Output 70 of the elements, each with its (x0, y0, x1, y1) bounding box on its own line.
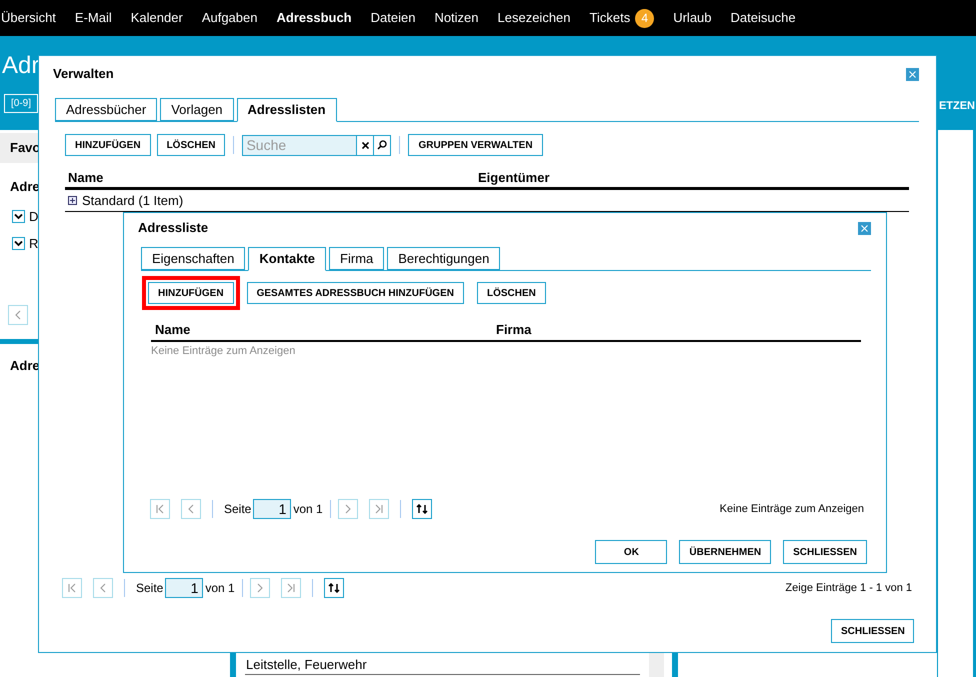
tab[interactable]: Kontakte (248, 247, 326, 271)
nav-link[interactable]: Aufgaben (202, 8, 258, 28)
checkbox-label: D (29, 208, 38, 226)
row-name: Standard (1 Item) (82, 192, 184, 210)
tab[interactable]: Adressbücher (55, 98, 158, 121)
toolbar-button[interactable]: GRUPPEN VERWALTEN (408, 134, 543, 156)
nav-link[interactable]: Notizen (434, 8, 479, 28)
nav-link[interactable]: Dateien (370, 8, 416, 28)
close-button[interactable] (858, 222, 871, 234)
nav-link[interactable]: Kalender (130, 8, 183, 28)
dialog-title: Verwalten (53, 65, 114, 84)
nav-link[interactable]: Lesezeichen (498, 8, 571, 28)
search-icon (377, 140, 388, 150)
column-header[interactable]: Name (151, 320, 496, 340)
column-header[interactable]: Name (65, 168, 478, 188)
tab[interactable]: Adresslisten (236, 98, 337, 122)
page-total: von 1 (293, 501, 323, 518)
tab[interactable]: Eigenschaften (141, 247, 246, 270)
toolbar-button[interactable]: LÖSCHEN (156, 134, 226, 156)
close-dialog-button[interactable]: SCHLIESSEN (831, 619, 914, 643)
close-icon (861, 224, 868, 232)
close-icon (909, 70, 916, 78)
nav-link[interactable]: Adressbuch (276, 8, 352, 28)
chevron-icon (14, 310, 22, 320)
column-header[interactable]: Firma (496, 320, 532, 340)
clear-button[interactable] (356, 136, 374, 154)
search-input[interactable]: Suche (243, 136, 356, 154)
dialog-button[interactable]: SCHLIESSEN (783, 540, 867, 564)
tab[interactable]: Berechtigungen (387, 247, 500, 270)
tab[interactable]: Vorlagen (160, 98, 234, 121)
list-item[interactable]: Leitstelle, Feuerwehr (245, 655, 640, 675)
checkbox-label: R (29, 235, 38, 253)
checkbox[interactable] (12, 237, 25, 250)
check-icon (14, 212, 23, 220)
nav-link[interactable]: Dateisuche (730, 8, 796, 28)
page-total: von 1 (205, 580, 235, 597)
nav-link[interactable]: Tickets (590, 8, 630, 28)
page-input[interactable]: 1 (253, 499, 292, 519)
checkbox[interactable] (12, 210, 25, 223)
close-icon (362, 142, 369, 148)
search-button[interactable] (373, 136, 390, 154)
expand-icon[interactable] (68, 196, 77, 205)
nav-link[interactable]: E-Mail (74, 8, 112, 28)
column-header[interactable]: Eigentümer (478, 168, 550, 188)
summary-text: Keine Einträge zum Anzeigen (720, 502, 864, 517)
section-label: Adre (10, 178, 40, 196)
toolbar-button[interactable]: LÖSCHEN (476, 282, 546, 304)
section-label: Adre (10, 356, 40, 374)
refresh-button[interactable] (412, 499, 432, 519)
dialog-button[interactable]: ÜBERNEHMEN (679, 540, 772, 564)
nav-link[interactable]: Übersicht (1, 8, 56, 28)
page-title: Adr (2, 52, 40, 80)
count-badge: 4 (635, 8, 654, 28)
nav-link[interactable]: Urlaub (673, 8, 712, 28)
dialog-button[interactable]: OK (595, 540, 668, 564)
check-icon (14, 240, 23, 248)
empty-message: Keine Einträge zum Anzeigen (151, 344, 296, 359)
close-button[interactable] (906, 68, 919, 80)
toolbar-button[interactable]: HINZUFÜGEN (148, 282, 234, 304)
summary-text: Zeige Einträge 1 - 1 von 1 (785, 580, 912, 596)
search-field[interactable]: Suche (242, 134, 392, 156)
toolbar-button[interactable]: HINZUFÜGEN (65, 134, 151, 156)
page-label: Seite (136, 580, 164, 597)
refresh-button[interactable] (324, 578, 344, 598)
dialog-title: Adressliste (138, 219, 208, 238)
tab[interactable]: Firma (329, 247, 384, 270)
scroll-left-button[interactable] (8, 304, 28, 324)
toolbar-button[interactable]: GESAMTES ADRESSBUCH HINZUFÜGEN (246, 282, 464, 304)
page-label: Seite (224, 501, 252, 518)
page-input[interactable]: 1 (165, 578, 204, 598)
